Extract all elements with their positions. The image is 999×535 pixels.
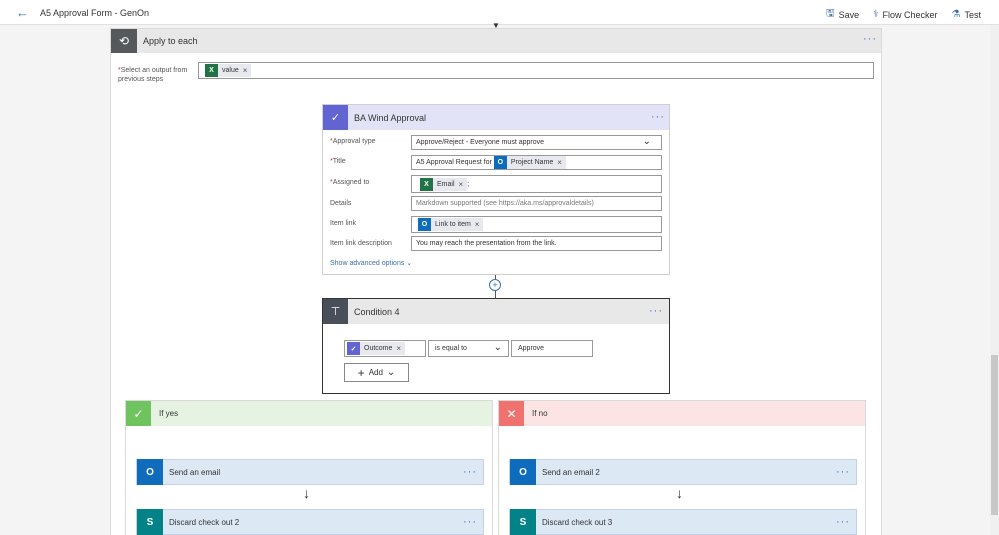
- save-button[interactable]: 🖫 Save: [826, 6, 859, 23]
- send-email-action[interactable]: O Send an email ···: [136, 459, 484, 485]
- if-yes-branch: ✓ If yes O Send an email ··· ↓ S Discard…: [125, 400, 493, 535]
- toolbar-actions: 🖫 Save ⚕ Flow Checker ⚗ Test: [826, 6, 981, 23]
- remove-token-icon[interactable]: ×: [475, 220, 480, 229]
- outlook-icon: O: [137, 459, 163, 485]
- test-label: Test: [964, 9, 981, 20]
- more-options-icon[interactable]: ···: [649, 305, 663, 317]
- operator-select[interactable]: is equal to ⌄: [428, 340, 509, 357]
- close-icon: ✕: [499, 401, 524, 426]
- more-options-icon[interactable]: ···: [836, 516, 850, 528]
- flow-title: A5 Approval Form - GenOn: [40, 8, 150, 18]
- check-icon: ✓: [126, 401, 151, 426]
- details-label: Details: [330, 200, 352, 207]
- condition-left-operand[interactable]: ✓ Outcome ×: [344, 340, 426, 357]
- more-options-icon[interactable]: ···: [863, 33, 877, 45]
- if-yes-header[interactable]: ✓ If yes: [126, 401, 492, 426]
- chevron-down-icon: ⌄: [386, 367, 396, 378]
- outlook-icon: O: [510, 459, 536, 485]
- connector-line: [495, 291, 496, 298]
- item-link-field[interactable]: O Link to item ×: [411, 216, 662, 233]
- title-label: *Title: [330, 158, 346, 165]
- apply-to-each-header[interactable]: ⟲ Apply to each: [111, 29, 881, 53]
- apply-to-each-title: Apply to each: [143, 36, 198, 46]
- if-no-title: If no: [532, 409, 548, 418]
- outlook-icon: O: [418, 218, 431, 231]
- select-output-field[interactable]: X value ×: [198, 62, 874, 79]
- flask-icon: ⚗: [951, 9, 961, 20]
- condition-right-operand[interactable]: Approve: [511, 340, 593, 357]
- more-options-icon[interactable]: ···: [836, 466, 850, 478]
- item-link-description-field[interactable]: You may reach the presentation from the …: [411, 236, 662, 251]
- condition-title: Condition 4: [354, 306, 400, 317]
- stethoscope-icon: ⚕: [873, 9, 879, 20]
- add-button[interactable]: + Add ⌄: [344, 363, 409, 382]
- send-email-2-action[interactable]: O Send an email 2 ···: [509, 459, 857, 485]
- condition-card: ⊤ Condition 4 ··· ✓ Outcome × is equal t…: [322, 298, 670, 394]
- plus-icon: +: [357, 365, 365, 380]
- if-yes-title: If yes: [159, 409, 179, 418]
- link-to-item-token[interactable]: O Link to item ×: [418, 218, 484, 231]
- item-link-description-label: Item link description: [330, 240, 392, 247]
- assigned-to-label: *Assigned to: [330, 179, 370, 186]
- down-arrow-icon: ↓: [303, 485, 310, 501]
- assigned-to-field[interactable]: X Email × ;: [411, 175, 662, 193]
- approval-type-select[interactable]: Approve/Reject - Everyone must approve ⌄: [411, 135, 662, 150]
- select-output-label: *Select an output from previous steps: [118, 67, 188, 83]
- remove-token-icon[interactable]: ×: [557, 158, 562, 167]
- email-token[interactable]: X Email ×: [420, 177, 468, 191]
- more-options-icon[interactable]: ···: [463, 466, 477, 478]
- excel-icon: X: [420, 177, 433, 191]
- outcome-token[interactable]: ✓ Outcome ×: [347, 342, 406, 355]
- more-options-icon[interactable]: ···: [463, 516, 477, 528]
- test-button[interactable]: ⚗ Test: [952, 6, 981, 23]
- loop-icon: ⟲: [111, 29, 137, 53]
- flow-checker-label: Flow Checker: [882, 9, 938, 20]
- discard-check-out-3-action[interactable]: S Discard check out 3 ···: [509, 509, 857, 535]
- details-field[interactable]: Markdown supported (see https://aka.ms/a…: [411, 196, 662, 211]
- vertical-scrollbar[interactable]: [990, 25, 999, 535]
- chevron-down-icon: ⌄: [642, 136, 651, 147]
- save-icon: 🖫: [826, 8, 835, 19]
- scrollbar-thumb[interactable]: [991, 355, 998, 515]
- remove-token-icon[interactable]: ×: [396, 344, 401, 353]
- condition-icon: ⊤: [323, 299, 348, 324]
- down-arrow-icon: ↓: [676, 485, 683, 501]
- project-name-token[interactable]: O Project Name ×: [493, 156, 566, 169]
- remove-token-icon[interactable]: ×: [459, 180, 464, 189]
- approval-header[interactable]: ✓ BA Wind Approval: [323, 105, 669, 130]
- remove-token-icon[interactable]: ×: [243, 66, 248, 75]
- discard-check-out-2-action[interactable]: S Discard check out 2 ···: [136, 509, 484, 535]
- title-field[interactable]: A5 Approval Request for O Project Name ×: [411, 155, 662, 170]
- approval-type-label: *Approval type: [330, 138, 376, 145]
- chevron-down-icon: ⌄: [493, 342, 502, 353]
- approval-title: BA Wind Approval: [354, 112, 427, 123]
- flow-checker-button[interactable]: ⚕ Flow Checker: [873, 6, 937, 23]
- sharepoint-icon: S: [137, 509, 163, 535]
- more-options-icon[interactable]: ···: [651, 111, 665, 123]
- excel-icon: X: [205, 64, 218, 77]
- approval-card: ✓ BA Wind Approval ··· *Approval type Ap…: [322, 104, 670, 275]
- save-label: Save: [838, 9, 860, 20]
- approval-icon: ✓: [323, 105, 348, 130]
- add-step-icon[interactable]: +: [489, 279, 501, 291]
- sharepoint-icon: S: [510, 509, 536, 535]
- approval-icon: ✓: [347, 342, 360, 355]
- item-link-label: Item link: [330, 220, 357, 227]
- outlook-icon: O: [493, 156, 507, 169]
- value-token[interactable]: X value ×: [205, 64, 252, 77]
- show-advanced-options-link[interactable]: Show advanced options ⌄: [330, 259, 412, 267]
- back-arrow-icon[interactable]: ←: [16, 5, 29, 20]
- if-no-header[interactable]: ✕ If no: [499, 401, 865, 426]
- condition-header[interactable]: ⊤ Condition 4: [323, 299, 669, 324]
- if-no-branch: ✕ If no O Send an email 2 ··· ↓ S Discar…: [498, 400, 866, 535]
